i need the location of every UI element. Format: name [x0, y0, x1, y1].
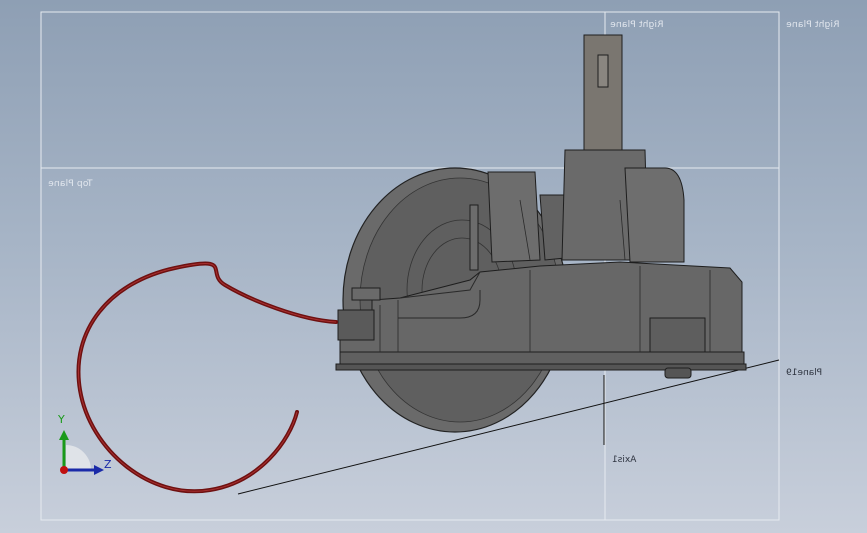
cable[interactable]: [76, 261, 338, 494]
plane-label-plane19[interactable]: Plane19: [786, 368, 822, 378]
model-scene[interactable]: [0, 0, 867, 533]
plane-label-right[interactable]: Right Plane: [610, 20, 663, 30]
plane-label-right-outer[interactable]: Right Plane: [786, 20, 839, 30]
plane-label-top[interactable]: Top Plane: [48, 179, 93, 189]
triad-z-label: Z: [104, 458, 112, 471]
axis-label[interactable]: Axis1: [612, 455, 636, 465]
model-viewport[interactable]: Right Plane Right Plane Top Plane Plane1…: [0, 0, 867, 533]
triad-y-label: Y: [58, 413, 65, 426]
